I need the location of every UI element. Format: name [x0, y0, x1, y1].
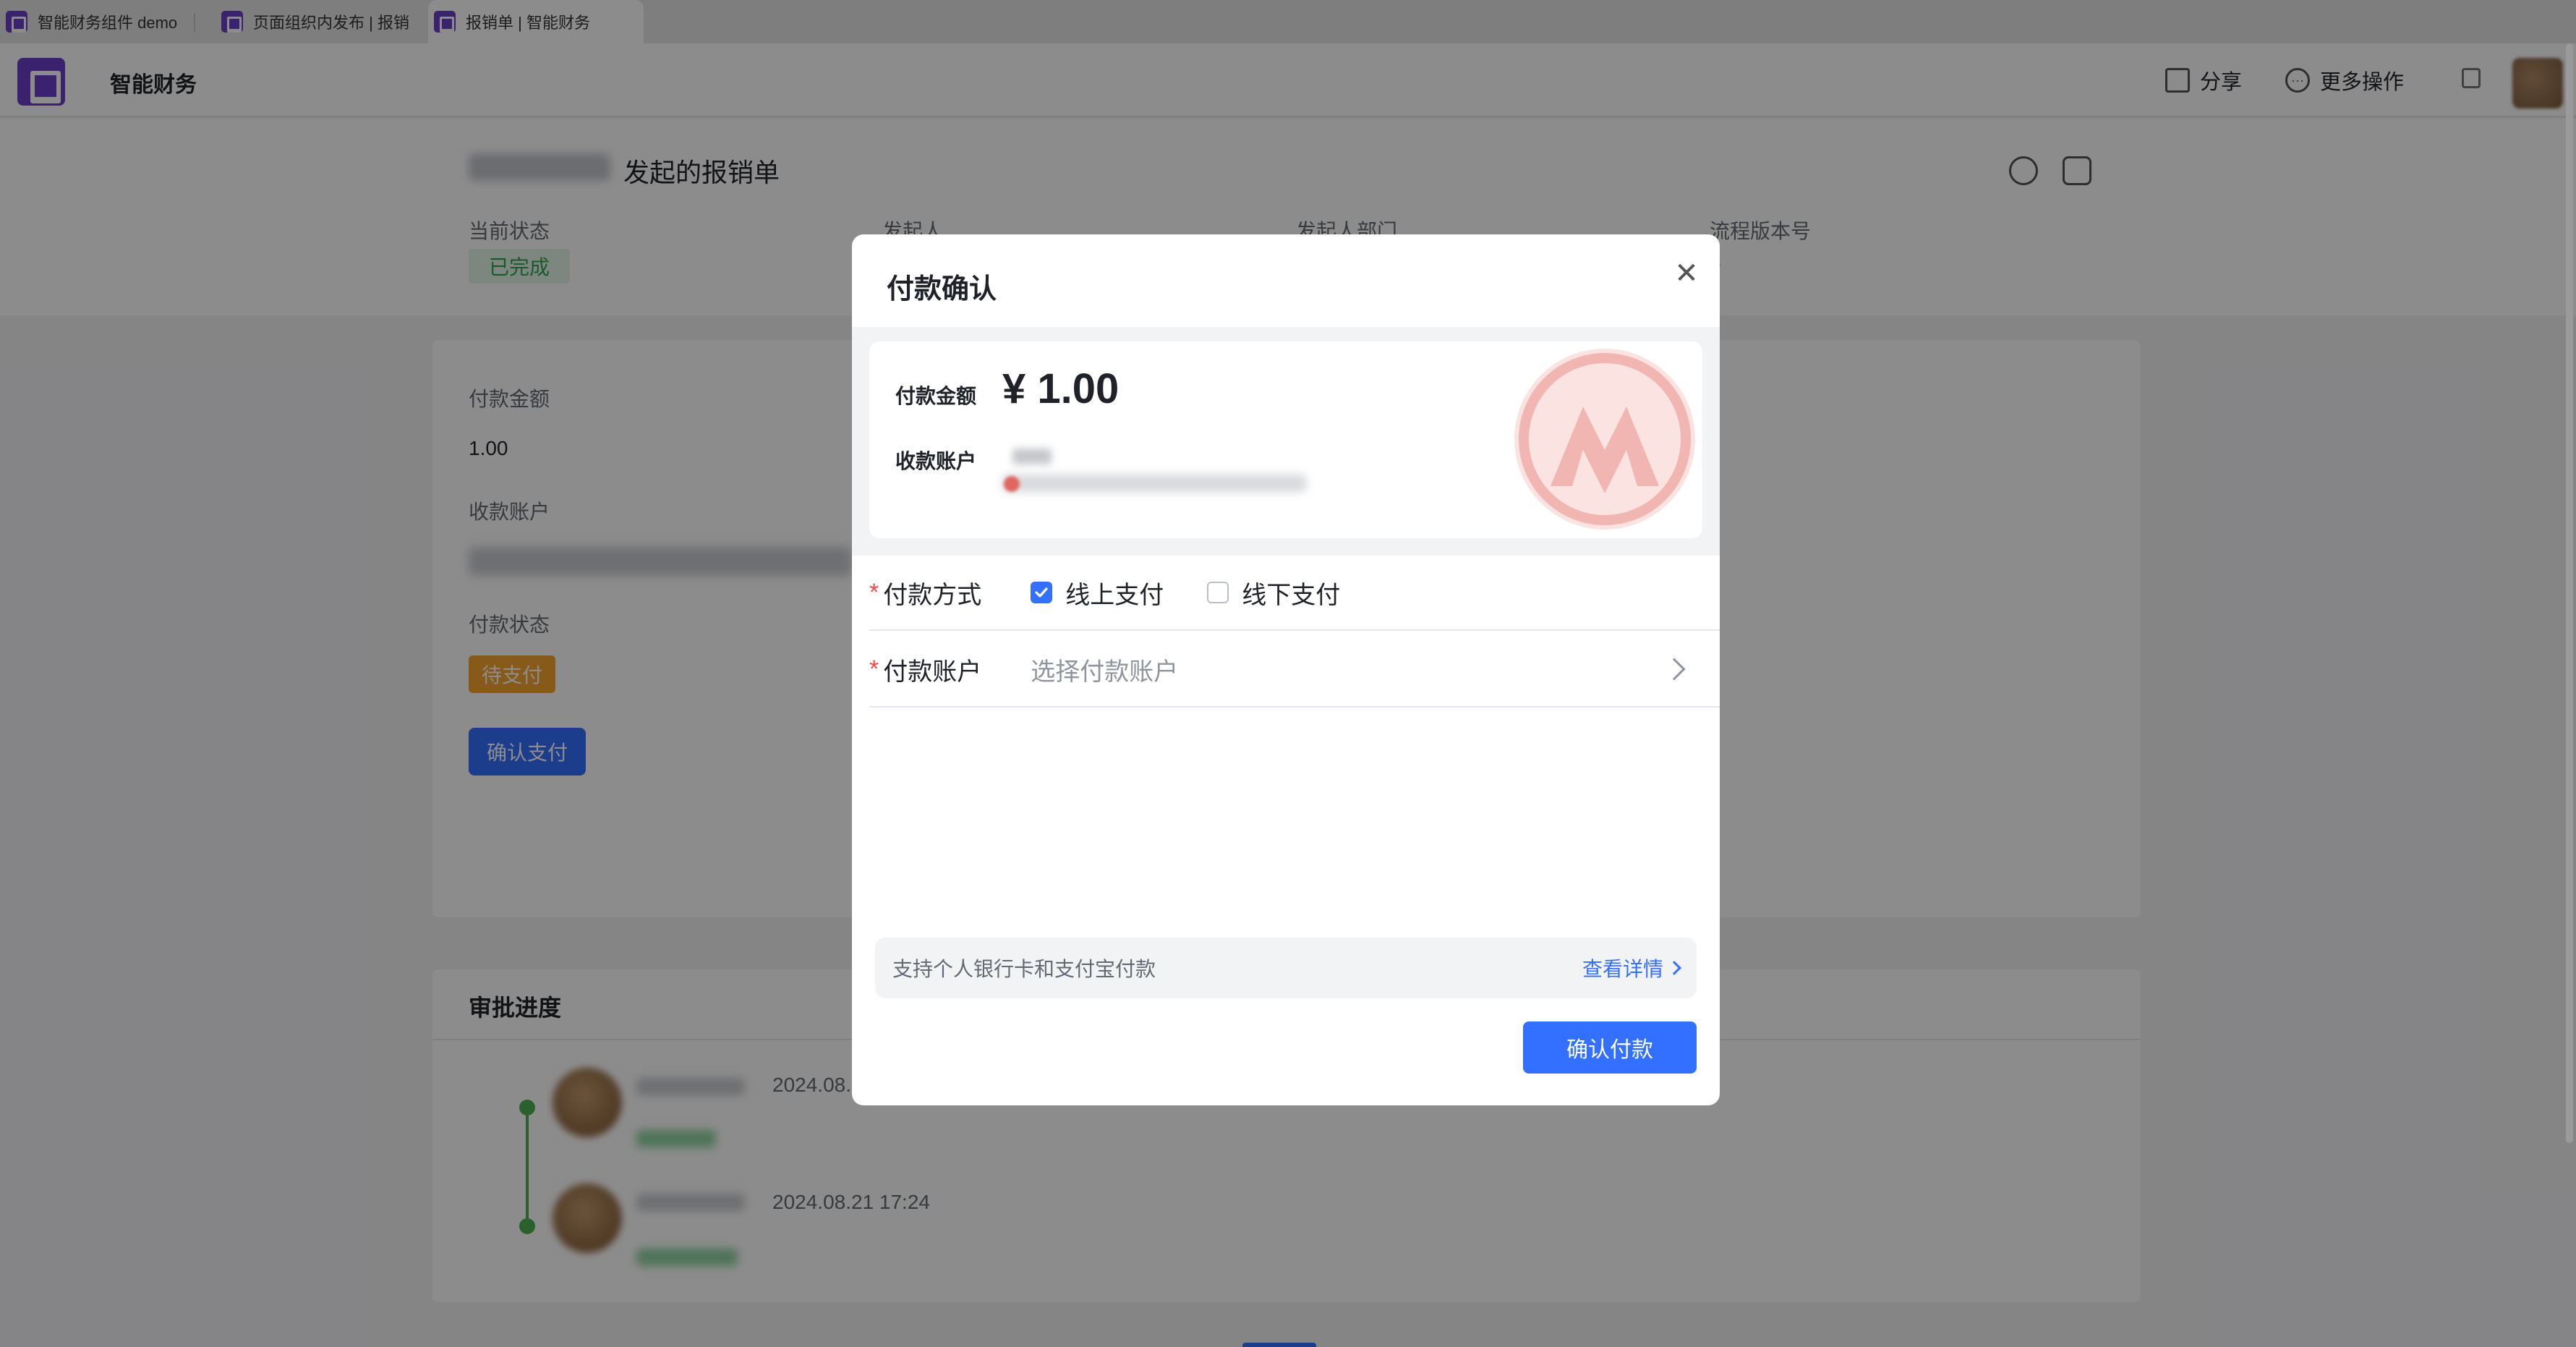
account-holder-redacted: [1012, 449, 1052, 464]
dialog-amount-value: ¥ 1.00: [1002, 365, 1119, 412]
close-icon[interactable]: ✕: [1672, 259, 1701, 288]
notice-text: 支持个人银行卡和支付宝付款: [892, 958, 1156, 980]
payment-confirm-dialog: 付款确认 ✕ 付款金额 ¥ 1.00 收款账户 * 付款方式 线上支付 线下支付…: [852, 234, 1720, 1105]
confirm-payment-button[interactable]: 确认付款: [1523, 1021, 1697, 1074]
payment-summary-card: 付款金额 ¥ 1.00 收款账户: [869, 341, 1702, 538]
payment-account-select[interactable]: 选择付款账户: [1031, 652, 1666, 687]
payment-account-label: 付款账户: [883, 658, 982, 686]
page-scrollbar[interactable]: [2566, 43, 2573, 1143]
view-details-link[interactable]: 查看详情: [1582, 953, 1681, 982]
dialog-account-label: 收款账户: [895, 450, 977, 472]
dialog-title: 付款确认: [887, 274, 997, 305]
payment-notice: 支持个人银行卡和支付宝付款 查看详情: [875, 938, 1697, 998]
required-mark: *: [869, 579, 879, 606]
chevron-right-icon[interactable]: [1663, 658, 1686, 681]
dialog-amount-label: 付款金额: [895, 385, 977, 407]
payment-method-row: * 付款方式 线上支付 线下支付: [869, 556, 1720, 631]
online-pay-checkbox[interactable]: [1031, 582, 1053, 603]
offline-pay-checkbox[interactable]: [1207, 582, 1229, 603]
chevron-right-icon: [1667, 961, 1681, 975]
offline-pay-label[interactable]: 线下支付: [1242, 575, 1340, 611]
bank-logo-icon: [1514, 349, 1695, 530]
account-number-redacted: [1002, 475, 1306, 492]
online-pay-label[interactable]: 线上支付: [1065, 575, 1164, 611]
view-details-label[interactable]: 查看详情: [1582, 953, 1663, 982]
bank-badge-icon: [1004, 476, 1020, 492]
required-mark: *: [869, 655, 879, 683]
payment-method-label: 付款方式: [883, 581, 982, 609]
payment-account-row[interactable]: * 付款账户 选择付款账户: [869, 632, 1720, 708]
